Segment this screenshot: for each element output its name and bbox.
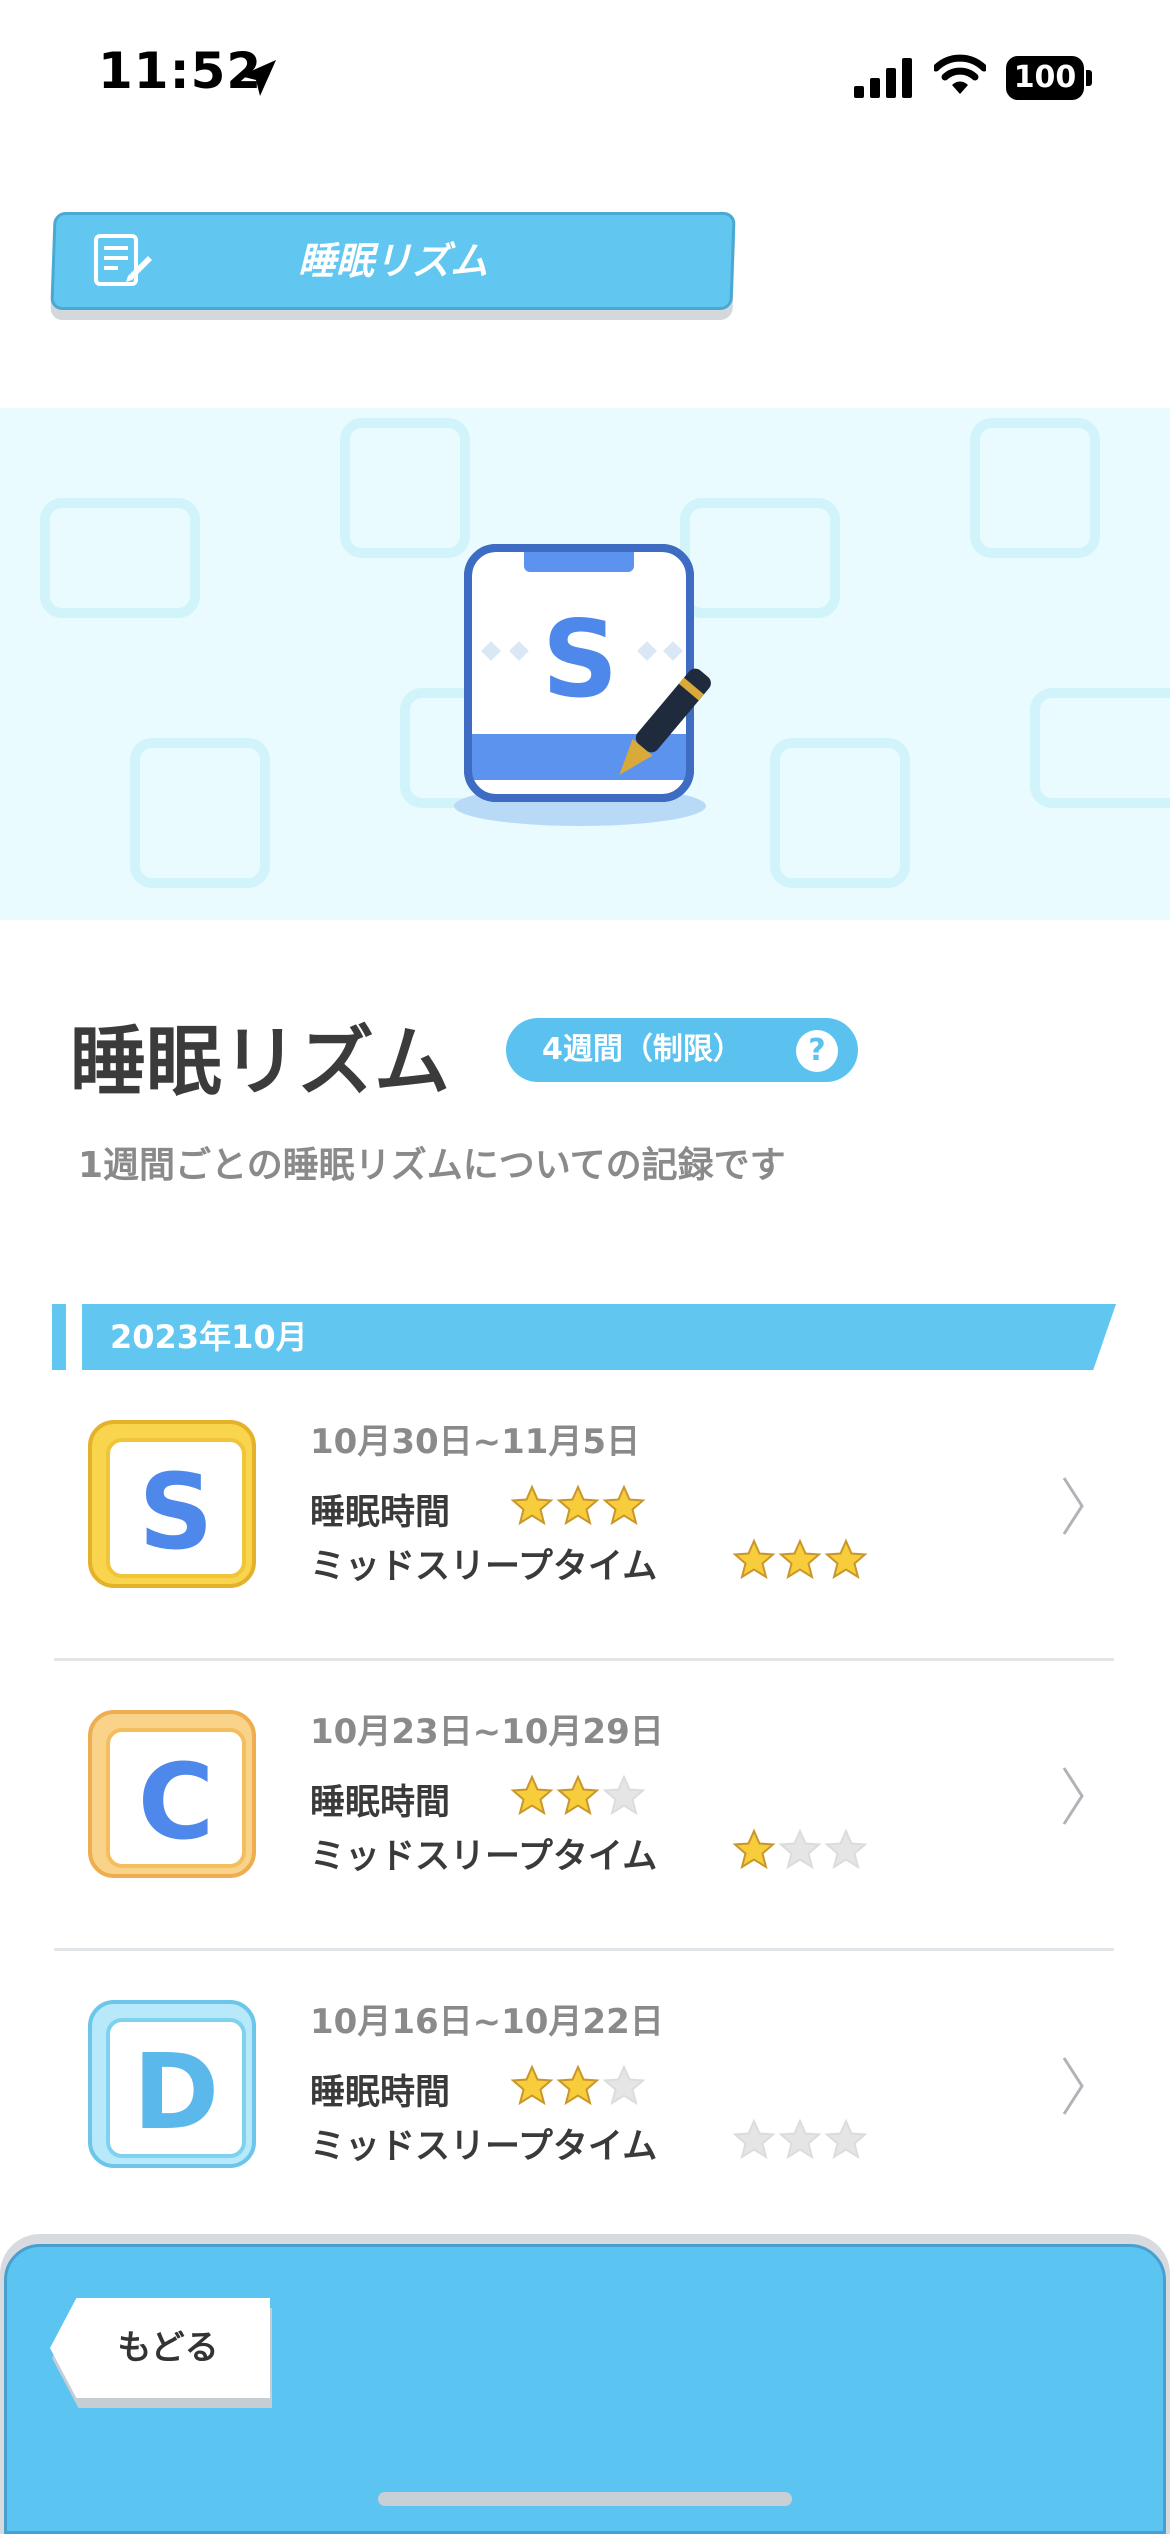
help-button[interactable]: ?: [796, 1030, 838, 1072]
header-title: 睡眠リズム: [297, 239, 488, 283]
star-filled-icon: [824, 1538, 868, 1580]
grade-badge: C: [88, 1710, 256, 1878]
record-row[interactable]: C 10月23日~10月29日 睡眠時間ミッドスリープタイム: [0, 1682, 1170, 1972]
star-empty-icon: [778, 1828, 822, 1870]
battery-icon: 100: [1006, 56, 1084, 100]
star-filled-icon: [602, 1484, 646, 1526]
star-filled-icon: [556, 1774, 600, 1816]
mid-sleep-stars: [732, 1828, 868, 1870]
record-date-range: 10月16日~10月22日: [310, 2002, 664, 2042]
star-filled-icon: [778, 1538, 822, 1580]
record-row[interactable]: D 10月16日~10月22日 睡眠時間ミッドスリープタイム: [0, 1972, 1170, 2262]
star-empty-icon: [824, 1828, 868, 1870]
sleep-time-label: 睡眠時間: [310, 2073, 451, 2113]
page-title: 睡眠リズム: [70, 1017, 450, 1106]
limit-label: 4週間（制限）: [542, 1032, 743, 1067]
back-button-label: もどる: [117, 2328, 219, 2368]
mid-sleep-stars: [732, 2118, 868, 2160]
row-divider: [54, 1658, 1114, 1661]
star-filled-icon: [510, 1484, 554, 1526]
sleep-time-label: 睡眠時間: [310, 1493, 451, 1533]
battery-level: 100: [1013, 60, 1077, 95]
chevron-right-icon[interactable]: [1058, 1764, 1088, 1828]
sleep-time-label: 睡眠時間: [310, 1783, 451, 1823]
star-empty-icon: [824, 2118, 868, 2160]
record-row[interactable]: S 10月30日~11月5日 睡眠時間ミッドスリープタイム: [0, 1392, 1170, 1682]
cellular-signal-icon: [854, 58, 912, 98]
battery-tip: [1086, 70, 1092, 86]
mid-sleep-label: ミッドスリープタイム: [310, 2127, 658, 2167]
grade-letter: D: [106, 2018, 246, 2158]
sleep-time-stars: [510, 1484, 646, 1526]
grade-badge: S: [88, 1420, 256, 1588]
star-filled-icon: [510, 2064, 554, 2106]
badge-letter: S: [542, 598, 618, 721]
mid-sleep-label: ミッドスリープタイム: [310, 1837, 658, 1877]
star-filled-icon: [510, 1774, 554, 1816]
star-filled-icon: [732, 1828, 776, 1870]
star-empty-icon: [602, 2064, 646, 2106]
record-date-range: 10月30日~11月5日: [310, 1422, 641, 1462]
month-label: 2023年10月: [110, 1318, 308, 1356]
grade-letter: C: [106, 1728, 246, 1868]
sleep-time-stars: [510, 2064, 646, 2106]
chevron-right-icon[interactable]: [1058, 1474, 1088, 1538]
grade-letter: S: [106, 1438, 246, 1578]
star-filled-icon: [556, 1484, 600, 1526]
clipboard-pen-icon: S: [454, 544, 711, 826]
star-empty-icon: [602, 1774, 646, 1816]
record-date-range: 10月23日~10月29日: [310, 1712, 664, 1752]
star-empty-icon: [778, 2118, 822, 2160]
star-filled-icon: [556, 2064, 600, 2106]
row-divider: [54, 1948, 1114, 1951]
mid-sleep-label: ミッドスリープタイム: [310, 1547, 658, 1587]
mid-sleep-stars: [732, 1538, 868, 1580]
star-empty-icon: [732, 2118, 776, 2160]
status-bar: 11:52 100: [0, 0, 1170, 150]
location-arrow-icon: [240, 60, 276, 96]
home-indicator[interactable]: [378, 2492, 792, 2506]
page-subtitle: 1週間ごとの睡眠リズムについての記録です: [78, 1145, 786, 1186]
grade-badge: D: [88, 2000, 256, 2168]
star-filled-icon: [732, 1538, 776, 1580]
wifi-icon: [934, 54, 986, 94]
sleep-time-stars: [510, 1774, 646, 1816]
month-stripe: [52, 1304, 66, 1370]
chevron-right-icon[interactable]: [1058, 2054, 1088, 2118]
